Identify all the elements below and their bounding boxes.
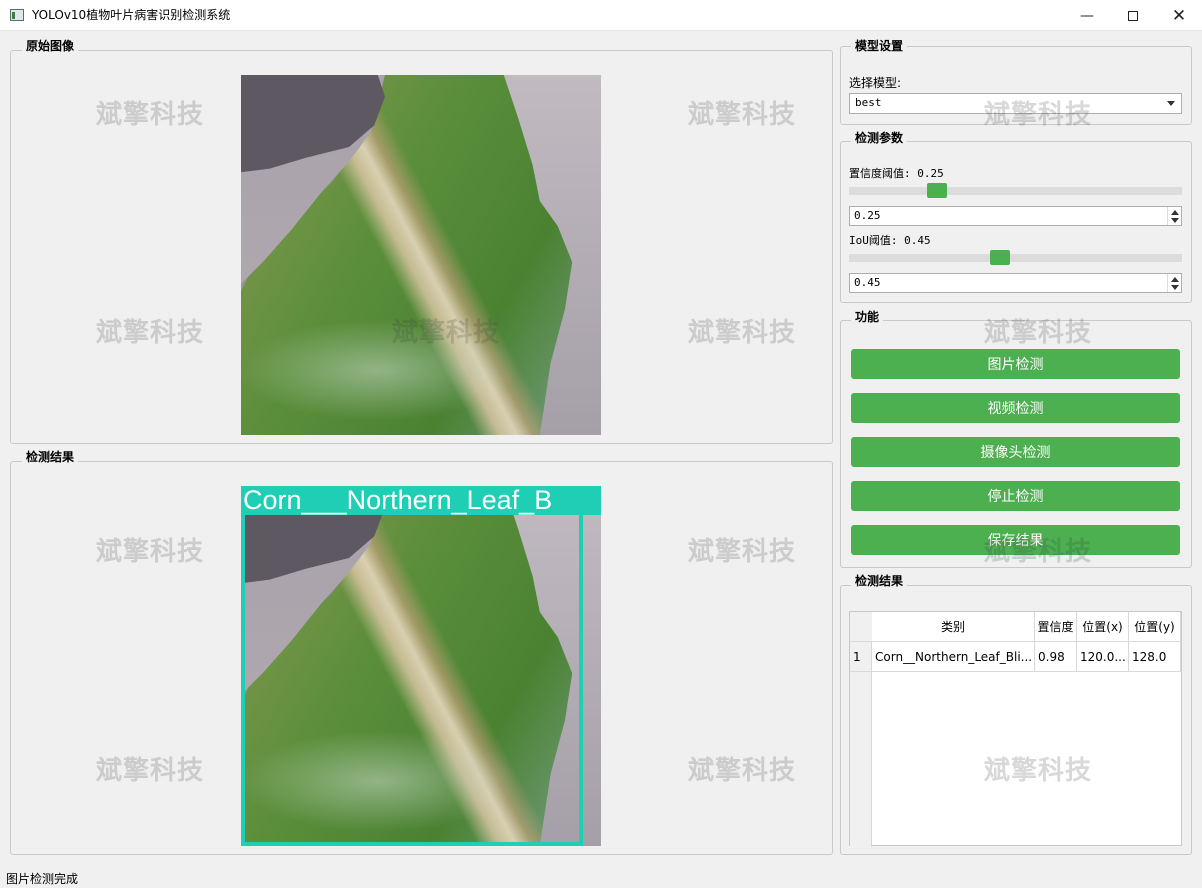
column-header-x[interactable]: 位置(x) — [1077, 612, 1129, 642]
save-results-button[interactable]: 保存结果 — [851, 525, 1180, 555]
confidence-slider-track[interactable] — [849, 187, 1182, 195]
minimize-button[interactable]: — — [1064, 0, 1110, 31]
detection-bounding-box — [241, 486, 583, 846]
row-index[interactable]: 1 — [850, 642, 872, 672]
iou-spinbox[interactable]: 0.45 — [849, 273, 1182, 293]
detection-image-title: 检测结果 — [22, 450, 79, 464]
iou-label: IoU阈值: 0.45 — [849, 234, 931, 247]
confidence-slider-handle[interactable] — [927, 183, 948, 198]
model-select-value: best — [855, 96, 882, 109]
arrow-down-icon[interactable] — [1171, 218, 1179, 223]
detection-label: Corn___Northern_Leaf_B — [241, 486, 601, 515]
camera-detect-button[interactable]: 摄像头检测 — [851, 437, 1180, 467]
original-leaf-image — [241, 75, 601, 435]
arrow-up-icon[interactable] — [1171, 277, 1179, 282]
iou-slider-handle[interactable] — [989, 250, 1010, 265]
cell-y[interactable]: 128.0 — [1129, 642, 1181, 672]
results-table[interactable]: 类别 置信度 位置(x) 位置(y) 1 Corn__Northern_Leaf… — [849, 611, 1182, 847]
model-select-label: 选择模型: — [849, 76, 902, 90]
maximize-icon — [1128, 10, 1138, 21]
column-header-y[interactable]: 位置(y) — [1129, 612, 1181, 642]
confidence-label: 置信度阈值: 0.25 — [849, 167, 944, 180]
functions-title: 功能 — [851, 310, 884, 324]
confidence-spinbox-value: 0.25 — [854, 209, 881, 222]
iou-slider-track[interactable] — [849, 254, 1182, 262]
close-icon: ✕ — [1171, 5, 1187, 26]
window-title: YOLOv10植物叶片病害识别检测系统 — [32, 8, 231, 22]
column-header-class[interactable]: 类别 — [872, 612, 1035, 642]
status-bar: 图片检测完成 — [0, 866, 1202, 888]
arrow-down-icon[interactable] — [1171, 285, 1179, 290]
cell-x[interactable]: 120.0... — [1077, 642, 1129, 672]
row-header-corner — [850, 612, 872, 642]
minimize-icon: — — [1080, 7, 1094, 24]
maximize-button[interactable] — [1110, 0, 1156, 31]
confidence-spinbox[interactable]: 0.25 — [849, 206, 1182, 226]
image-detect-button[interactable]: 图片检测 — [851, 349, 1180, 379]
close-button[interactable]: ✕ — [1156, 0, 1202, 31]
iou-spinbox-value: 0.45 — [854, 276, 881, 289]
model-settings-title: 模型设置 — [851, 39, 908, 53]
spinbox-buttons[interactable] — [1167, 207, 1181, 225]
model-select[interactable]: best — [849, 93, 1182, 114]
video-detect-button[interactable]: 视频检测 — [851, 393, 1180, 423]
detection-params-title: 检测参数 — [851, 131, 908, 145]
cell-class[interactable]: Corn__Northern_Leaf_Bli... — [872, 642, 1035, 672]
chevron-down-icon — [1167, 101, 1175, 106]
results-title: 检测结果 — [851, 574, 908, 588]
cell-confidence[interactable]: 0.98 — [1035, 642, 1077, 672]
stop-detect-button[interactable]: 停止检测 — [851, 481, 1180, 511]
app-icon — [10, 9, 24, 21]
arrow-up-icon[interactable] — [1171, 210, 1179, 215]
status-text: 图片检测完成 — [6, 872, 79, 886]
spinbox-buttons[interactable] — [1167, 274, 1181, 292]
original-image-title: 原始图像 — [22, 39, 79, 53]
title-bar: YOLOv10植物叶片病害识别检测系统 — ✕ — [0, 0, 1202, 31]
column-header-confidence[interactable]: 置信度 — [1035, 612, 1077, 642]
